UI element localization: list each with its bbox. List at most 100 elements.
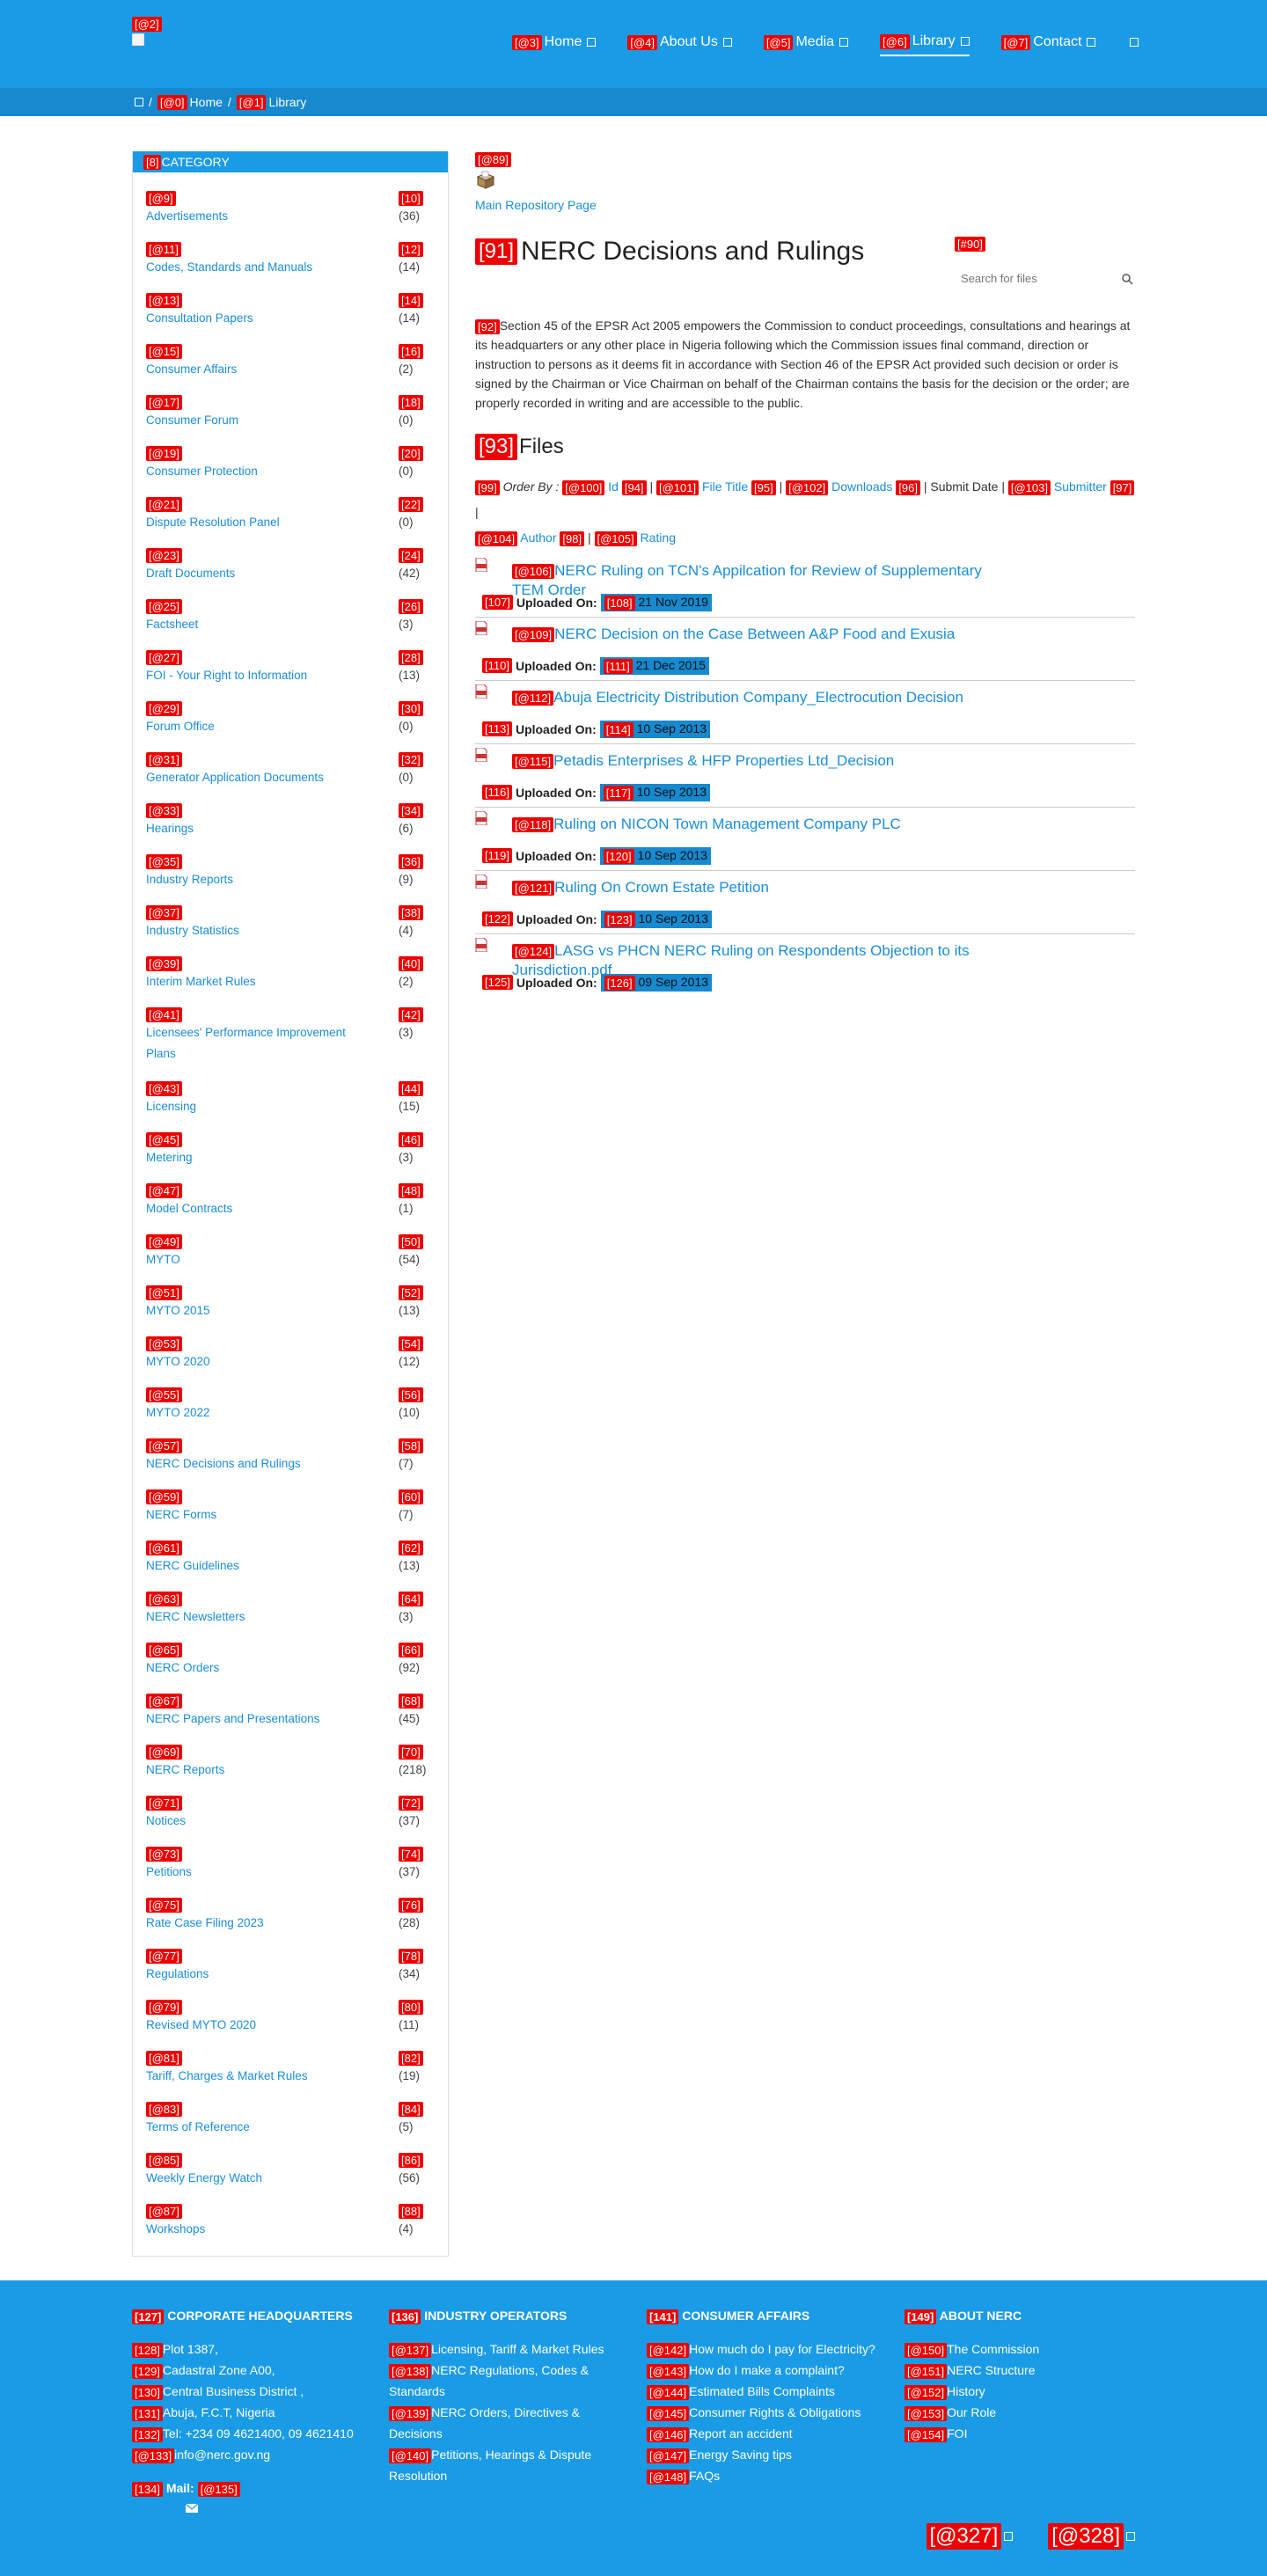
category-link[interactable]: MYTO 2022 [146,1402,366,1423]
pdf-icon[interactable] [475,684,487,699]
category-link[interactable]: Workshops [146,2219,366,2240]
sort-by-file-title[interactable]: File Title [702,479,748,494]
category-item[interactable]: [@15] Consumer Affairs [16] (2) [146,326,434,377]
category-item[interactable]: [@11] Codes, Standards and Manuals [12] (14… [146,223,434,274]
category-item[interactable]: [@57] NERC Decisions and Rulings [58] (7) [146,1420,434,1471]
category-item[interactable]: [@77] Regulations [78] (34) [146,1930,434,1981]
breadcrumb-home[interactable]: [@0] Home [157,94,223,110]
category-item[interactable]: [@27] FOI - Your Right to Information [28]… [146,632,434,683]
document-title-link[interactable]: [@109] NERC Decision on the Case Between … [512,625,1014,644]
category-item[interactable]: [@13] Consultation Papers [14] (14) [146,274,434,326]
footer-link[interactable]: [@145] Consumer Rights & Obligations [647,2402,893,2423]
category-link[interactable]: FOI - Your Right to Information [146,665,366,686]
category-item[interactable]: [@85] Weekly Energy Watch [86] (56) [146,2134,434,2185]
document-title-link[interactable]: [@121] Ruling On Crown Estate Petition [512,878,1014,897]
category-item[interactable]: [@33] Hearings [34] (6) [146,785,434,836]
sort-by-author[interactable]: Author [520,531,556,545]
category-item[interactable]: [@35] Industry Reports [36] (9) [146,836,434,887]
main-repository-link[interactable]: Main Repository Page [475,198,1135,212]
search-icon[interactable] [1117,269,1137,289]
category-item[interactable]: [@17] Consumer Forum [18] (0) [146,377,434,428]
category-item[interactable]: [@81] Tariff, Charges & Market Rules [82] (… [146,2032,434,2083]
category-link[interactable]: Factsheet [146,614,366,635]
category-item[interactable]: [@43] Licensing [44] (15) [146,1063,434,1114]
category-link[interactable]: Consumer Affairs [146,359,366,380]
category-link[interactable]: Industry Statistics [146,920,366,941]
category-item[interactable]: [@79] Revised MYTO 2020 [80] (11) [146,1981,434,2032]
category-link[interactable]: Licensees' Performance Improvement Plans [146,1022,366,1065]
sort-by-downloads[interactable]: Downloads [831,479,892,494]
category-item[interactable]: [@31] Generator Application Documents [32]… [146,734,434,785]
category-link[interactable]: NERC Orders [146,1658,366,1679]
category-link[interactable]: Metering [146,1147,366,1168]
sort-by-rating[interactable]: Rating [641,531,676,545]
logo-image[interactable] [132,33,144,46]
footer-link[interactable]: [@142] How much do I pay for Electricity? [647,2338,893,2360]
footer-link[interactable]: [@154] FOI [904,2423,1151,2444]
category-item[interactable]: [@23] Draft Documents [24] (42) [146,530,434,581]
category-link[interactable]: NERC Forms [146,1504,366,1526]
category-item[interactable]: [@45] Metering [46] (3) [146,1114,434,1165]
footer-link[interactable]: [@153] Our Role [904,2402,1151,2423]
footer-link[interactable]: [@144] Estimated Bills Complaints [647,2381,893,2402]
category-link[interactable]: Model Contracts [146,1198,366,1219]
pdf-icon[interactable] [475,557,487,572]
category-link[interactable]: Industry Reports [146,869,366,890]
footer-link[interactable]: [@138] NERC Regulations, Codes & Standard… [389,2360,635,2402]
category-item[interactable]: [@59] NERC Forms [60] (7) [146,1471,434,1522]
category-link[interactable]: MYTO 2020 [146,1351,366,1372]
category-item[interactable]: [@9] Advertisements [10] (36) [146,172,434,223]
category-item[interactable]: [@39] Interim Market Rules [40] (2) [146,938,434,989]
category-link[interactable]: Tariff, Charges & Market Rules [146,2066,366,2087]
category-link[interactable]: Advertisements [146,206,366,227]
document-title-link[interactable]: [@118] Ruling on NICON Town Management Co… [512,815,1014,834]
category-item[interactable]: [@25] Factsheet [26] (3) [146,581,434,632]
mail-icon[interactable] [185,2503,199,2514]
footer-link[interactable]: [@146] Report an accident [647,2423,893,2444]
footer-link[interactable]: [@143] How do I make a complaint? [647,2360,893,2381]
footer-link[interactable]: [@139] NERC Orders, Directives & Decision… [389,2402,635,2444]
footer-link[interactable]: [@147] Energy Saving tips [647,2444,893,2465]
category-link[interactable]: NERC Reports [146,1760,366,1781]
category-link[interactable]: Petitions [146,1862,366,1883]
footer-link[interactable]: [@150] The Commission [904,2338,1151,2360]
category-link[interactable]: Consumer Forum [146,410,366,431]
sort-by-submit-date[interactable]: Submit Date [930,479,998,494]
repository-icon[interactable] [475,167,1135,193]
category-link[interactable]: Hearings [146,818,366,839]
pdf-icon[interactable] [475,747,487,762]
document-title-link[interactable]: [@115] Petadis Enterprises & HFP Properti… [512,751,1014,771]
category-link[interactable]: Interim Market Rules [146,971,366,992]
category-link[interactable]: Consultation Papers [146,308,366,329]
category-link[interactable]: NERC Papers and Presentations [146,1709,366,1730]
footer-link[interactable]: [@137] Licensing, Tariff & Market Rules [389,2338,635,2360]
footer-link[interactable]: [@148] FAQs [647,2465,893,2486]
nav-contact[interactable]: [@7] Contact [1000,33,1096,56]
category-item[interactable]: [@41] Licensees' Performance Improvement … [146,989,434,1063]
footer-link[interactable]: [@151] NERC Structure [904,2360,1151,2381]
category-item[interactable]: [@73] Petitions [74] (37) [146,1828,434,1879]
category-link[interactable]: Forum Office [146,716,366,737]
pdf-icon[interactable] [475,810,487,825]
category-item[interactable]: [@87] Workshops [88] (4) [146,2185,434,2236]
category-link[interactable]: MYTO 2015 [146,1300,366,1321]
logo[interactable]: [@2] [132,16,220,46]
breadcrumb-library[interactable]: [@1] Library [236,94,306,110]
nav-about-us[interactable]: [@4] About Us [627,33,732,56]
category-item[interactable]: [@47] Model Contracts [48] (1) [146,1165,434,1216]
category-link[interactable]: Draft Documents [146,563,366,584]
category-item[interactable]: [@83] Terms of Reference [84] (5) [146,2083,434,2134]
nav-home[interactable]: [@3] Home [512,33,597,56]
category-link[interactable]: Terms of Reference [146,2117,366,2138]
category-link[interactable]: Revised MYTO 2020 [146,2015,366,2036]
nav-media[interactable]: [@5] Media [763,33,849,56]
pdf-icon[interactable] [475,874,487,889]
category-item[interactable]: [@69] NERC Reports [70] (218) [146,1726,434,1777]
category-item[interactable]: [@21] Dispute Resolution Panel [22] (0) [146,479,434,530]
category-item[interactable]: [@49] MYTO [50] (54) [146,1216,434,1267]
search-input[interactable] [950,272,1117,286]
footer-email-link[interactable]: [@133] info@nerc.gov.ng [132,2444,378,2465]
category-link[interactable]: Dispute Resolution Panel [146,512,366,533]
nav-library[interactable]: [@6] Library [880,33,970,56]
footer-link[interactable]: [@140] Petitions, Hearings & Dispute Reso… [389,2444,635,2486]
